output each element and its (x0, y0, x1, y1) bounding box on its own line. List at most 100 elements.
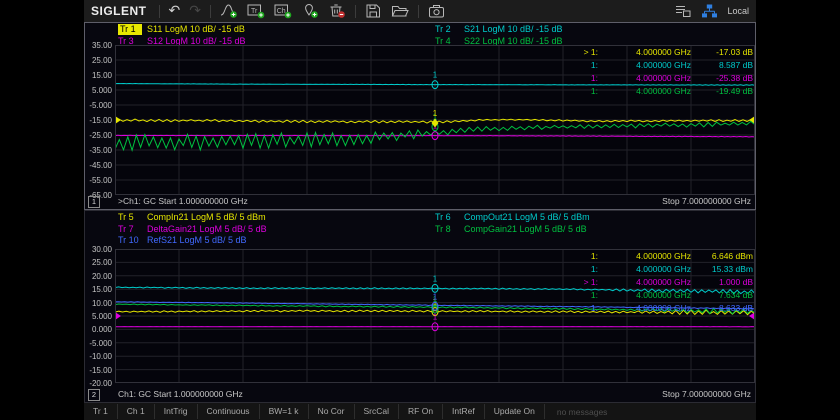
trace-label-tr-8[interactable]: Tr 8CompGain21 LogM 5 dB/ 5 dB (435, 224, 587, 235)
marker-readouts: > 1:4.000000 GHz-17.03 dB1:4.000000 GHz8… (574, 46, 753, 98)
trace-label-tr-1[interactable]: Tr 1S11 LogM 10 dB/ -15 dB (118, 24, 245, 35)
marker-readout: > 1:4.000000 GHz-17.03 dB (574, 46, 753, 59)
marker-readout-freq: 4.000000 GHz (598, 72, 691, 85)
marker-readout-value: 7.634 dB (691, 289, 753, 302)
y-axis-label: 30.00 (85, 245, 112, 254)
trace-desc: S12 LogM 10 dB/ -15 dB (147, 36, 246, 46)
lan-icon (701, 3, 718, 19)
sweep-stop-label: Stop 7.000000000 GHz (662, 196, 751, 206)
trace-id: Tr 8 (435, 224, 459, 235)
add-marker-button[interactable] (301, 2, 319, 20)
trace-window-2[interactable]: Tr 5CompIn21 LogM 5 dB/ 5 dBmTr 7DeltaGa… (84, 210, 756, 403)
save-icon (365, 3, 382, 19)
trace-label-tr-6[interactable]: Tr 6CompOut21 LogM 5 dB/ 5 dBm (435, 212, 590, 223)
local-remote-label[interactable]: Local (727, 6, 749, 16)
marker-readouts: 1:4.000000 GHz6.646 dBm1:4.000000 GHz15.… (574, 250, 753, 315)
delete-button[interactable] (328, 2, 346, 20)
trace-label-tr-10[interactable]: Tr 10 RefS21 LogM 5 dB/ 5 dB (118, 235, 247, 246)
marker-readout-value: 8.633 dB (691, 302, 753, 315)
trace-label-tr-7[interactable]: Tr 7DeltaGain21 LogM 5 dB/ 5 dB (118, 224, 267, 235)
marker-readout: > 1:4.000000 GHz1.000 dB (574, 276, 753, 289)
marker-readout-prefix: > 1: (574, 46, 598, 59)
trace-id: Tr 10 (118, 235, 142, 246)
trace-label-tr-2[interactable]: Tr 2S21 LogM 10 dB/ -15 dB (435, 24, 563, 35)
task-list-icon (674, 3, 692, 19)
marker-readout: 1:4.000000 GHz8.633 dB (574, 302, 753, 315)
marker-readout-prefix: 1: (574, 302, 598, 315)
y-axis-label: 15.00 (85, 71, 112, 80)
sweep-start-label: Ch1: GC Start 1.000000000 GHz (118, 389, 243, 399)
add-channel-icon: Ch (274, 3, 292, 19)
y-axis-label: -5.000 (85, 101, 112, 110)
trace-desc: DeltaGain21 LogM 5 dB/ 5 dB (147, 224, 267, 234)
marker-readout: 1:4.000000 GHz-25.38 dB (574, 72, 753, 85)
statusbar-item-tr-1[interactable]: Tr 1 (84, 404, 118, 419)
save-button[interactable] (365, 2, 382, 20)
toolbar-divider (159, 5, 160, 18)
marker-readout-prefix: 1: (574, 250, 598, 263)
marker-readout: 1:4.000000 GHz8.587 dB (574, 59, 753, 72)
marker-readout-value: 15.33 dBm (691, 263, 753, 276)
marker-number: 1 (433, 109, 438, 118)
trace-window-1[interactable]: Tr 1S11 LogM 10 dB/ -15 dBTr 3S12 LogM 1… (84, 22, 756, 210)
y-axis-label: 25.00 (85, 56, 112, 65)
marker-readout-freq: 4.000000 GHz (598, 263, 691, 276)
marker-readout: 1:4.000000 GHz6.646 dBm (574, 250, 753, 263)
task-list-button[interactable] (674, 2, 692, 20)
svg-text:Tr: Tr (251, 8, 258, 15)
statusbar-item-inttrig[interactable]: IntTrig (155, 404, 198, 419)
camera-icon (428, 3, 445, 19)
trace-id: Tr 5 (118, 212, 142, 223)
undo-button[interactable]: ↶ (169, 2, 181, 20)
window-number-badge[interactable]: 2 (88, 389, 100, 401)
statusbar-item-rf-on[interactable]: RF On (399, 404, 443, 419)
trace-id: Tr 2 (435, 24, 459, 35)
open-file-button[interactable] (391, 2, 409, 20)
svg-text:Ch: Ch (277, 8, 286, 15)
y-axis-label: -20.00 (85, 379, 112, 388)
marker-readout-value: 6.646 dBm (691, 250, 753, 263)
screenshot-button[interactable] (428, 2, 445, 20)
statusbar-item-bw-1-k[interactable]: BW=1 k (260, 404, 309, 419)
y-axis-label: -10.00 (85, 352, 112, 361)
add-trace-window-button[interactable]: Tr (247, 2, 265, 20)
add-channel-button[interactable]: Ch (274, 2, 292, 20)
trace-label-tr-5[interactable]: Tr 5CompIn21 LogM 5 dB/ 5 dBm (118, 212, 266, 223)
toolbar: SIGLENT ↶ ↷ Tr Ch (84, 0, 756, 22)
vna-screen: SIGLENT ↶ ↷ Tr Ch (84, 0, 756, 420)
marker-readout-prefix: 1: (574, 85, 598, 98)
trace-desc: RefS21 LogM 5 dB/ 5 dB (147, 235, 247, 245)
statusbar-item-no-cor[interactable]: No Cor (309, 404, 355, 419)
y-axis-label: -45.00 (85, 161, 112, 170)
marker-readout-prefix: 1: (574, 263, 598, 276)
siglent-logo: SIGLENT (91, 4, 147, 18)
marker-readout: 1:4.000000 GHz7.634 dB (574, 289, 753, 302)
statusbar-item-update-on[interactable]: Update On (485, 404, 545, 419)
marker-readout-value: -25.38 dB (691, 72, 753, 85)
y-axis-label: 0.000 (85, 325, 112, 334)
y-axis-label: 20.00 (85, 272, 112, 281)
y-axis-label: -15.00 (85, 116, 112, 125)
marker-readout-freq: 4.000000 GHz (598, 276, 691, 289)
trace-desc: S11 LogM 10 dB/ -15 dB (147, 24, 245, 34)
lan-status-button[interactable] (701, 2, 718, 20)
add-window-icon: Tr (247, 3, 265, 19)
y-axis-label: -15.00 (85, 366, 112, 375)
trace-id: Tr 6 (435, 212, 459, 223)
folder-icon (391, 3, 409, 19)
y-axis-label: 10.00 (85, 299, 112, 308)
marker-readout-prefix: 1: (574, 72, 598, 85)
y-axis-label: 35.00 (85, 41, 112, 50)
add-trace-button[interactable] (220, 2, 238, 20)
statusbar-item-continuous[interactable]: Continuous (198, 404, 260, 419)
statusbar-item-intref[interactable]: IntRef (443, 404, 485, 419)
trash-icon (328, 3, 346, 19)
toolbar-divider (418, 5, 419, 18)
statusbar-item-srccal[interactable]: SrcCal (355, 404, 400, 419)
y-axis-label: -55.00 (85, 176, 112, 185)
marker-readout-freq: 4.000000 GHz (598, 302, 691, 315)
statusbar-item-ch-1[interactable]: Ch 1 (118, 404, 155, 419)
window-number-badge[interactable]: 1 (88, 196, 100, 208)
y-axis-label: 5.000 (85, 86, 112, 95)
redo-button[interactable]: ↷ (189, 2, 201, 20)
